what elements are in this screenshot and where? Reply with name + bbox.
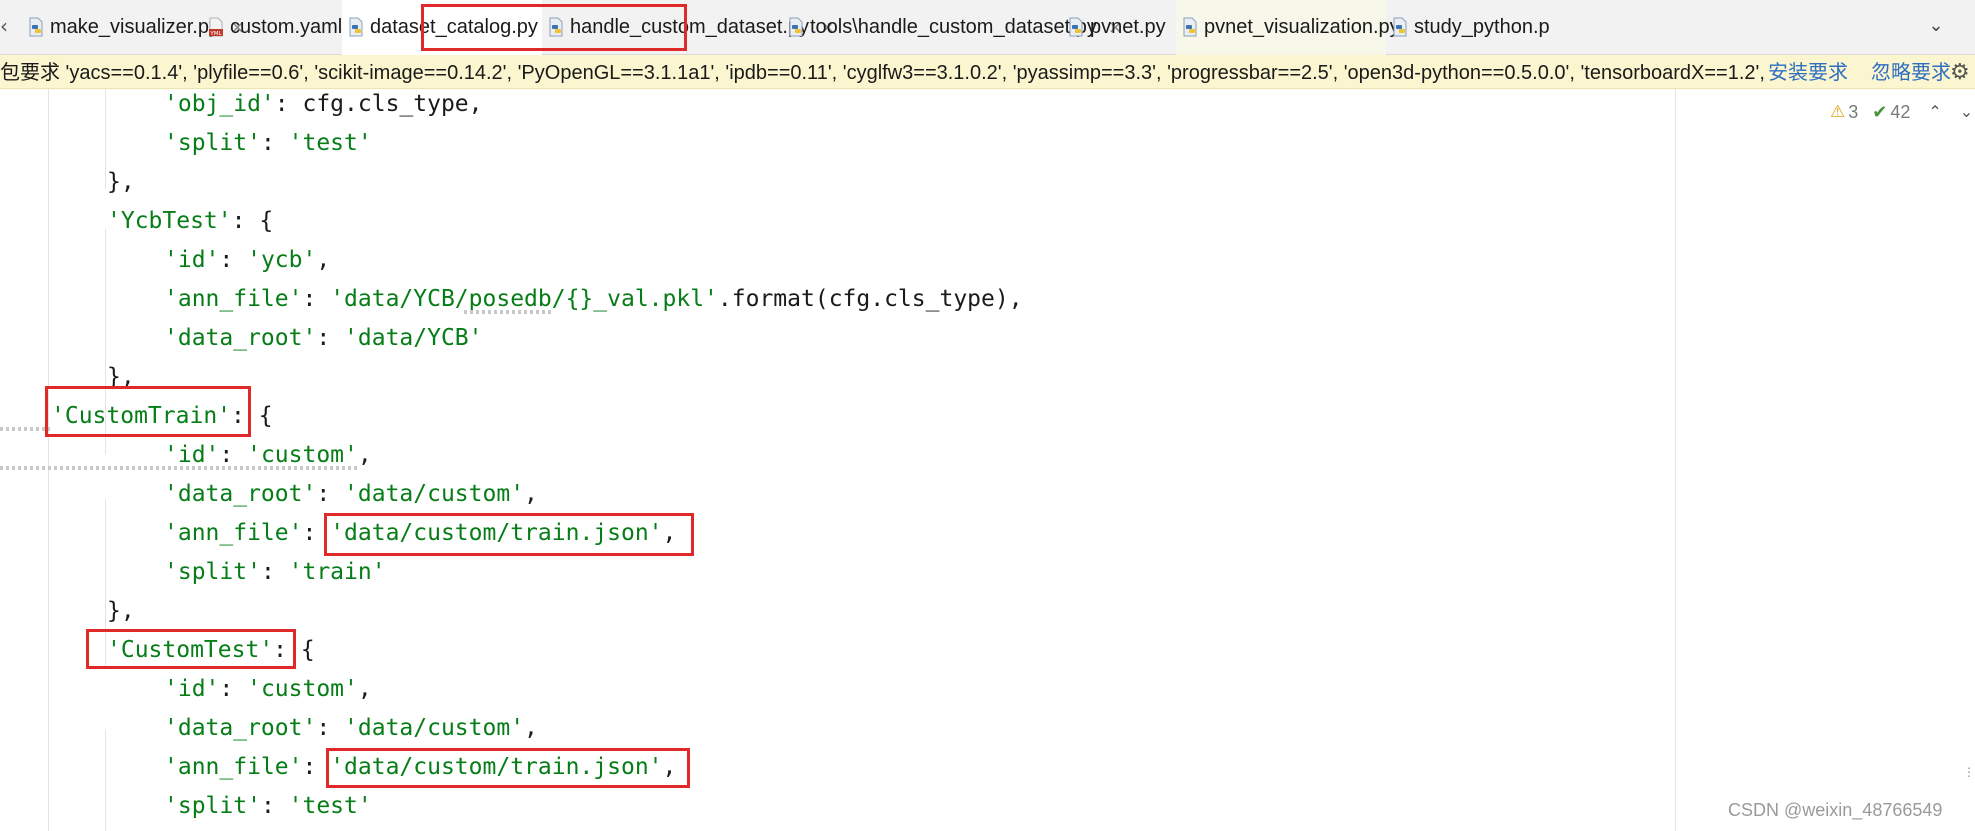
highlight-box bbox=[421, 4, 687, 51]
highlight-box bbox=[86, 629, 296, 669]
python-file-icon bbox=[1183, 17, 1197, 37]
highlight-box bbox=[45, 386, 251, 437]
inspection-widget[interactable]: ⚠ 3 ✔ 42 ⌃ ⌄ bbox=[1830, 99, 1973, 125]
chevron-down-icon[interactable]: ⌄ bbox=[1924, 14, 1948, 38]
tab-tools-handle-custom-dataset[interactable]: tools\handle_custom_dataset.py × bbox=[782, 0, 1123, 55]
ignore-requirements-link[interactable]: 忽略要求 bbox=[1871, 60, 1951, 86]
inspection-underline bbox=[0, 466, 358, 470]
code-line: 'data_root': 'data/custom', bbox=[164, 481, 538, 507]
warning-icon: ⚠ bbox=[1830, 102, 1846, 121]
inspection-underline bbox=[464, 310, 554, 314]
scroll-tabs-left-icon[interactable]: ‹ bbox=[0, 14, 12, 38]
check-icon: ✔ bbox=[1872, 101, 1888, 122]
python-file-icon bbox=[1393, 17, 1407, 37]
chevron-up-icon[interactable]: ⌃ bbox=[1928, 102, 1941, 122]
watermark: CSDN @weixin_48766549 bbox=[1728, 800, 1943, 820]
tab-label: tools\handle_custom_dataset.py bbox=[810, 16, 1097, 38]
requirements-banner: 包要求 'yacs==0.1.4', 'plyfile==0.6', 'scik… bbox=[0, 55, 1975, 89]
install-requirements-link[interactable]: 安装要求 bbox=[1768, 60, 1848, 86]
chevron-down-icon[interactable]: ⌄ bbox=[1960, 102, 1973, 122]
editor-side-panel bbox=[1676, 89, 1975, 831]
code-line: 'data_root': 'data/YCB' bbox=[164, 325, 483, 351]
code-line: 'obj_id': cfg.cls_type, bbox=[164, 91, 483, 117]
python-file-icon bbox=[29, 17, 43, 37]
tab-make-visualizer[interactable]: make_visualizer.py × bbox=[22, 0, 245, 55]
tab-label: make_visualizer.py bbox=[50, 16, 219, 38]
python-file-icon bbox=[789, 17, 803, 37]
code-line: 'id': 'ycb', bbox=[164, 247, 331, 273]
indent-guide bbox=[48, 89, 49, 831]
python-file-icon bbox=[349, 17, 363, 37]
code-line: 'split': 'test' bbox=[164, 793, 372, 819]
yaml-file-icon: YML bbox=[209, 17, 223, 37]
inspection-underline bbox=[0, 427, 50, 431]
code-line: 'data_root': 'data/custom', bbox=[164, 715, 538, 741]
tab-label: study_python.p bbox=[1414, 16, 1550, 38]
svg-text:YML: YML bbox=[209, 31, 222, 37]
code-line: 'ann_file': 'data/YCB/posedb/{}_val.pkl'… bbox=[164, 286, 1023, 312]
code-line: 'split': 'test' bbox=[164, 130, 372, 156]
highlight-box bbox=[326, 748, 690, 788]
scroll-marker-icon: ⋮ bbox=[1963, 765, 1975, 779]
code-line: }, bbox=[107, 598, 135, 624]
tab-study-python[interactable]: study_python.p bbox=[1386, 0, 1916, 55]
code-line: 'YcbTest': { bbox=[107, 208, 274, 234]
warning-count: 3 bbox=[1848, 101, 1859, 122]
code-line: 'split': 'train' bbox=[164, 559, 386, 585]
tab-label: pvnet_visualization.py bbox=[1204, 16, 1400, 38]
python-file-icon bbox=[1069, 17, 1083, 37]
tab-pvnet-visualization[interactable]: pvnet_visualization.py bbox=[1176, 0, 1400, 55]
indent-guide bbox=[105, 729, 106, 831]
indent-guide bbox=[105, 89, 106, 189]
highlight-box bbox=[324, 513, 694, 556]
gear-icon[interactable]: ⚙ bbox=[1950, 60, 1970, 86]
tab-label: pvnet.py bbox=[1090, 16, 1166, 38]
editor-tab-bar: ‹ make_visualizer.py × YML custom.yaml ×… bbox=[0, 0, 1975, 55]
ok-count: 42 bbox=[1890, 101, 1911, 122]
code-line: }, bbox=[107, 169, 135, 195]
tab-pvnet[interactable]: pvnet.py × bbox=[1062, 0, 1192, 55]
banner-message: 包要求 'yacs==0.1.4', 'plyfile==0.6', 'scik… bbox=[0, 62, 1768, 84]
code-line: 'id': 'custom', bbox=[164, 676, 372, 702]
tab-label: custom.yaml bbox=[230, 16, 343, 38]
tab-custom-yaml[interactable]: YML custom.yaml × bbox=[202, 0, 368, 55]
